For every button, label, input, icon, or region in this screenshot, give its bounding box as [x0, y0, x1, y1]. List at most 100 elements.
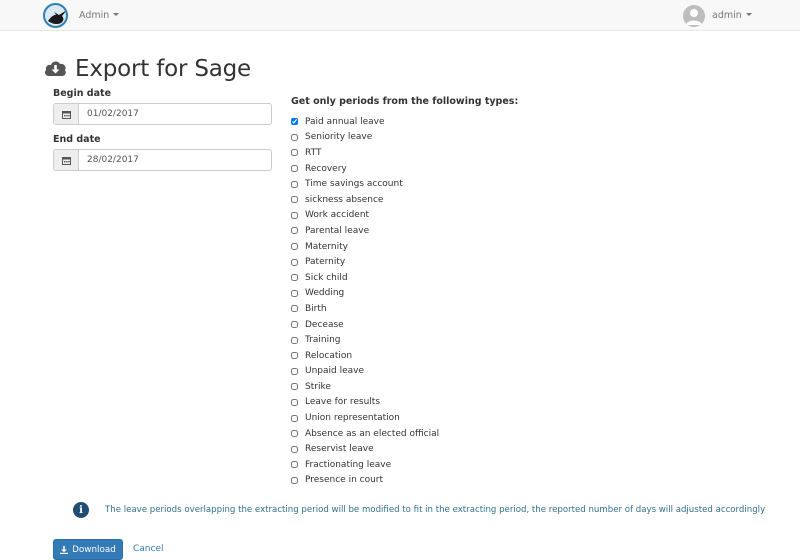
info-message: i The leave periods overlapping the extr…	[73, 502, 765, 518]
leave-type-item: Relocation	[291, 348, 439, 364]
leave-type-checkbox[interactable]	[291, 305, 298, 313]
leave-type-label: Unpaid leave	[305, 366, 365, 377]
leave-type-label: Time savings account	[305, 179, 403, 190]
leave-type-checkbox[interactable]	[291, 321, 298, 329]
leave-type-checkbox[interactable]	[291, 289, 298, 297]
types-heading: Get only periods from the following type…	[291, 96, 519, 107]
leave-type-checkbox[interactable]	[291, 430, 298, 438]
leave-type-label: Leave for results	[305, 397, 381, 408]
leave-type-checkbox[interactable]	[291, 258, 298, 266]
leave-type-checkbox[interactable]	[291, 180, 298, 188]
leave-type-label: Strike	[305, 381, 331, 392]
download-label: Download	[72, 544, 116, 555]
leave-type-checkbox[interactable]	[291, 118, 298, 126]
leave-type-checkbox[interactable]	[291, 274, 298, 282]
leave-type-item: Recovery	[291, 161, 439, 177]
end-date-label: End date	[53, 134, 101, 145]
leave-type-label: Training	[305, 335, 341, 346]
leave-type-checkbox[interactable]	[291, 461, 298, 469]
chevron-down-icon	[745, 13, 752, 16]
leave-type-checkbox[interactable]	[291, 149, 298, 157]
leave-type-checkbox[interactable]	[291, 367, 298, 375]
leave-type-label: Reservist leave	[305, 444, 374, 455]
leave-type-item: Work accident	[291, 208, 439, 224]
leave-type-item: Union representation	[291, 410, 439, 426]
leave-type-checkbox[interactable]	[291, 398, 298, 406]
leave-type-label: Absence as an elected official	[305, 428, 440, 439]
leave-type-label: RTT	[305, 147, 322, 158]
leave-type-label: Maternity	[305, 241, 348, 252]
end-date-input[interactable]	[79, 150, 271, 170]
avatar[interactable]	[683, 5, 705, 27]
end-date-group	[53, 149, 272, 171]
leave-type-label: Decease	[305, 319, 344, 330]
leave-type-item: Training	[291, 332, 439, 348]
leave-type-item: Maternity	[291, 239, 439, 255]
leave-type-label: Relocation	[305, 350, 353, 361]
leave-type-item: Fractionating leave	[291, 457, 439, 473]
leave-type-label: Fractionating leave	[305, 459, 392, 470]
leave-type-checkbox[interactable]	[291, 414, 298, 422]
leave-type-checkbox[interactable]	[291, 165, 298, 173]
download-icon	[60, 545, 69, 554]
leave-type-item: Sick child	[291, 270, 439, 286]
chevron-down-icon	[113, 13, 120, 16]
download-button[interactable]: Download	[53, 539, 123, 560]
leave-type-label: Wedding	[305, 288, 345, 299]
leave-type-label: sickness absence	[305, 194, 384, 205]
leave-type-label: Recovery	[305, 163, 347, 174]
begin-date-group	[53, 103, 272, 125]
app-logo[interactable]	[43, 3, 68, 28]
calendar-icon[interactable]	[54, 104, 79, 124]
page-header: Export for Sage	[43, 54, 251, 84]
info-icon: i	[73, 502, 89, 518]
leave-type-checkbox[interactable]	[291, 445, 298, 453]
leave-type-item: Time savings account	[291, 176, 439, 192]
leave-type-label: Birth	[305, 303, 327, 314]
top-navbar: Admin admin	[0, 0, 800, 31]
leave-type-checkbox[interactable]	[291, 227, 298, 235]
leave-type-item: Paternity	[291, 254, 439, 270]
leave-types-list: Paid annual leave Seniority leave RTT Recov…	[291, 114, 439, 488]
leave-type-item: Leave for results	[291, 395, 439, 411]
admin-menu-dropdown[interactable]: Admin	[79, 10, 120, 21]
page-title: Export for Sage	[75, 56, 251, 82]
leave-type-label: Sick child	[305, 272, 348, 283]
leave-type-item: Seniority leave	[291, 130, 439, 146]
begin-date-input[interactable]	[79, 104, 271, 124]
leave-type-item: sickness absence	[291, 192, 439, 208]
leave-type-item: Paid annual leave	[291, 114, 439, 130]
leave-type-checkbox[interactable]	[291, 383, 298, 391]
leave-type-checkbox[interactable]	[291, 196, 298, 204]
leave-type-checkbox[interactable]	[291, 336, 298, 344]
leave-type-label: Parental leave	[305, 225, 370, 236]
leave-type-checkbox[interactable]	[291, 476, 298, 484]
leave-type-checkbox[interactable]	[291, 352, 298, 360]
leave-type-item: Presence in court	[291, 473, 439, 489]
leave-type-item: Unpaid leave	[291, 364, 439, 380]
leave-type-item: RTT	[291, 145, 439, 161]
leave-type-item: Strike	[291, 379, 439, 395]
leave-type-label: Presence in court	[305, 475, 384, 486]
admin-menu-label: Admin	[79, 10, 110, 21]
leave-type-label: Union representation	[305, 413, 400, 424]
leave-type-item: Birth	[291, 301, 439, 317]
leave-type-checkbox[interactable]	[291, 243, 298, 251]
leave-type-item: Parental leave	[291, 223, 439, 239]
leave-type-label: Work accident	[305, 210, 370, 221]
begin-date-label: Begin date	[53, 88, 112, 99]
leave-type-checkbox[interactable]	[291, 133, 298, 141]
cancel-link[interactable]: Cancel	[133, 544, 164, 554]
info-text: The leave periods overlapping the extrac…	[105, 505, 766, 515]
user-menu-dropdown[interactable]: admin	[712, 10, 752, 21]
leave-type-item: Reservist leave	[291, 441, 439, 457]
calendar-icon[interactable]	[54, 150, 79, 170]
leave-type-item: Decease	[291, 317, 439, 333]
leave-type-label: Paid annual leave	[305, 116, 385, 127]
leave-type-item: Absence as an elected official	[291, 426, 439, 442]
leave-type-item: Wedding	[291, 286, 439, 302]
cloud-download-icon	[43, 58, 68, 81]
leave-type-checkbox[interactable]	[291, 211, 298, 219]
leave-type-label: Seniority leave	[305, 132, 373, 143]
user-menu-label: admin	[712, 10, 742, 21]
